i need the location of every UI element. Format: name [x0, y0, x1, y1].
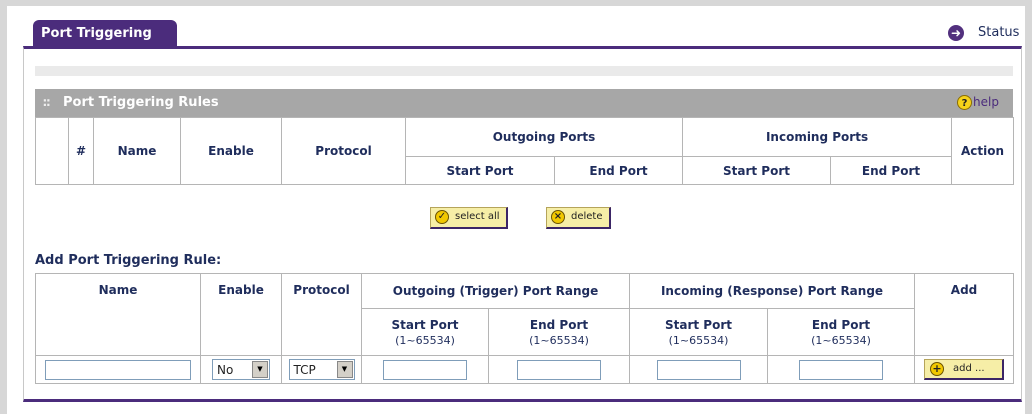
x-circle-icon: × [551, 210, 565, 224]
add-out-start-range: (1~65534) [395, 333, 455, 347]
select-all-button[interactable]: ✓ select all [430, 207, 508, 229]
add-rule-title: Add Port Triggering Rule: [35, 253, 222, 268]
add-out-end-range: (1~65534) [529, 333, 589, 347]
add-out-start-label: Start Port [391, 317, 459, 332]
rule-name-input[interactable] [45, 359, 191, 380]
add-out-end-header: End Port (1~65534) [488, 308, 630, 356]
right-edge [1025, 0, 1032, 414]
enable-value: No [217, 363, 234, 377]
outgoing-start-port-input[interactable] [383, 359, 467, 380]
add-name-header: Name [35, 273, 201, 356]
add-enable-header: Enable [200, 273, 282, 356]
left-edge [0, 0, 7, 414]
add-protocol-cell: TCP ▼ [281, 355, 362, 384]
rules-index-header: # [68, 117, 94, 185]
add-out-start-header: Start Port (1~65534) [361, 308, 489, 356]
add-in-start-label: Start Port [664, 317, 732, 332]
rules-out-start-header: Start Port [405, 156, 555, 185]
rules-action-header: Action [951, 117, 1015, 185]
add-in-start-range: (1~65534) [668, 333, 729, 347]
add-in-end-cell [766, 355, 916, 384]
add-label: add ... [953, 363, 985, 374]
chevron-down-icon: ▼ [336, 361, 353, 378]
add-in-end-header: End Port (1~65534) [766, 308, 916, 356]
add-add-header: Add [914, 273, 1015, 356]
rules-section-title: Port Triggering Rules [63, 95, 219, 110]
rules-in-start-header: Start Port [682, 156, 832, 185]
rules-incoming-header: Incoming Ports [682, 117, 953, 157]
rules-name-header: Name [93, 117, 181, 185]
question-circle-icon: ? [957, 95, 972, 110]
grip-icon: ∶∶ [43, 96, 51, 110]
arrow-right-circle-icon: ➜ [948, 25, 964, 41]
add-in-start-header: Start Port (1~65534) [629, 308, 768, 356]
add-out-end-label: End Port [529, 317, 589, 332]
delete-label: delete [571, 211, 603, 222]
protocol-select[interactable]: TCP ▼ [288, 359, 355, 380]
add-button-cell: + add ... [914, 355, 1015, 384]
outgoing-end-port-input[interactable] [517, 359, 601, 380]
tab-port-triggering[interactable]: Port Triggering [33, 20, 177, 47]
select-all-label: select all [455, 211, 500, 222]
chevron-down-icon: ▼ [252, 361, 268, 378]
status-link[interactable]: ➜ Status [948, 24, 1020, 44]
message-bar [35, 66, 1013, 76]
add-outgoing-header: Outgoing (Trigger) Port Range [361, 273, 630, 309]
incoming-end-port-input[interactable] [799, 359, 883, 380]
add-in-end-range: (1~65534) [811, 333, 871, 347]
app-window: Port Triggering ➜ Status ∶∶ Port Trigger… [0, 0, 1032, 414]
rules-section-header: ∶∶ Port Triggering Rules [35, 89, 1013, 117]
top-border [0, 0, 1032, 6]
checkmark-icon: ✓ [435, 210, 449, 224]
add-protocol-header: Protocol [281, 273, 362, 356]
rules-select-header [35, 117, 69, 185]
rules-outgoing-header: Outgoing Ports [404, 117, 684, 157]
rules-table: # Name Enable Protocol Outgoing Ports In… [35, 117, 1015, 185]
add-out-start-cell [361, 355, 489, 384]
add-in-start-cell [629, 355, 768, 384]
incoming-start-port-input[interactable] [656, 359, 741, 380]
add-incoming-header: Incoming (Response) Port Range [628, 273, 916, 309]
rules-protocol-header: Protocol [281, 117, 406, 185]
protocol-value: TCP [293, 363, 316, 377]
enable-select[interactable]: No ▼ [212, 359, 270, 380]
delete-button[interactable]: × delete [546, 207, 611, 229]
add-enable-cell: No ▼ [200, 355, 282, 384]
rules-out-end-header: End Port [553, 156, 684, 185]
add-button[interactable]: + add ... [924, 359, 1005, 380]
add-name-cell [35, 355, 201, 384]
add-out-end-cell [488, 355, 630, 384]
help-label: help [973, 95, 999, 109]
plus-circle-icon: + [930, 362, 945, 376]
rules-in-end-header: End Port [830, 156, 953, 185]
add-in-end-label: End Port [811, 317, 871, 332]
status-label: Status [978, 25, 1020, 40]
add-rule-table: Name Enable Protocol Outgoing (Trigger) … [35, 273, 1015, 384]
rules-enable-header: Enable [180, 117, 282, 185]
